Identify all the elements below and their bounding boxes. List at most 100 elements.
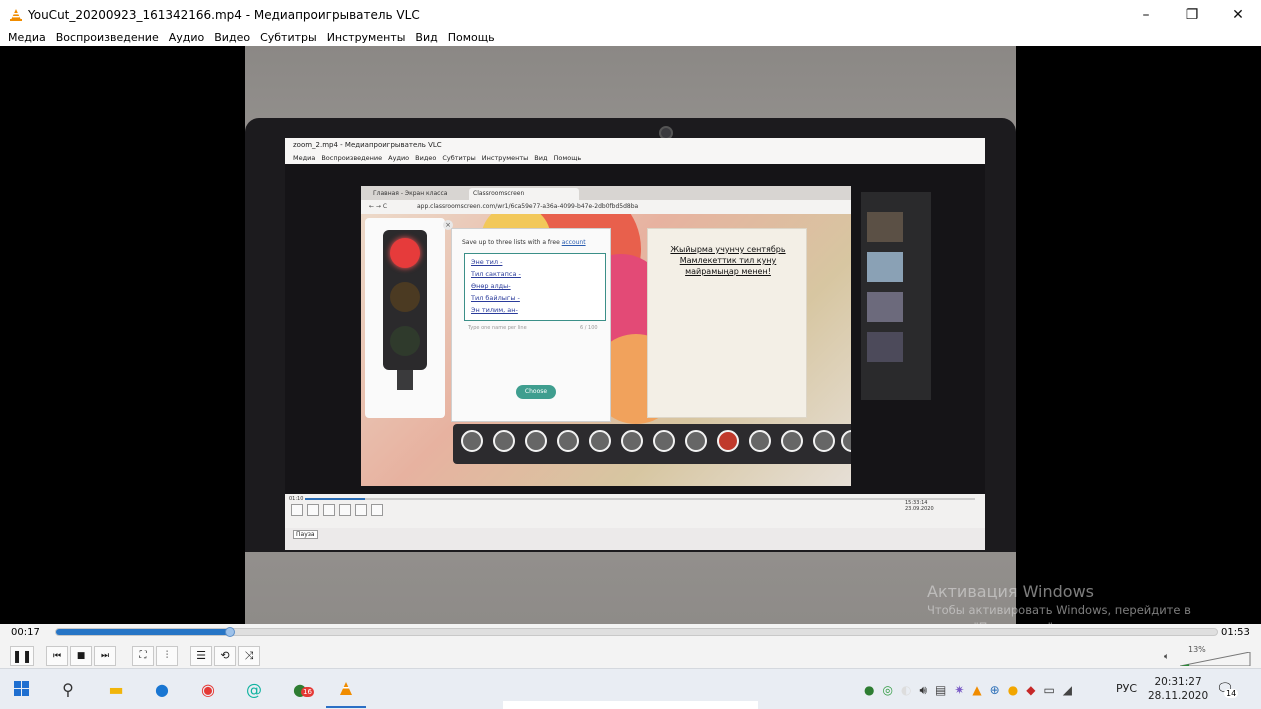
participant-video xyxy=(867,212,903,242)
seek-handle[interactable] xyxy=(225,627,236,637)
browser-tab: Главная - Экран класса xyxy=(373,190,448,197)
pause-button[interactable]: ❚❚ xyxy=(10,646,34,666)
menu-subtitles[interactable]: Субтитры xyxy=(260,30,317,46)
close-button[interactable]: ✕ xyxy=(1215,0,1261,30)
menu-tools[interactable]: Инструменты xyxy=(327,30,406,46)
menu-video[interactable]: Видео xyxy=(214,30,250,46)
title-bar: YouCut_20200923_161342166.mp4 - Медиапро… xyxy=(0,0,1261,30)
network-app-icon[interactable]: ⊕ xyxy=(990,683,1000,697)
at-sign-app-icon[interactable]: @ xyxy=(242,677,266,701)
previous-button[interactable]: ⏮ xyxy=(46,646,68,666)
list-item: Өнөр алды- xyxy=(471,282,511,290)
current-time: 00:17 xyxy=(11,627,40,638)
text-widget: Жыйырма учунчу сентябрь Мамлекеттик тил … xyxy=(647,228,807,418)
taskbar-clock[interactable]: 20:31:27 28.11.2020 xyxy=(1148,675,1208,703)
windows-logo-icon xyxy=(14,681,29,696)
name-picker-tool-icon xyxy=(493,430,515,452)
inner-vlc-title: zoom_2.mp4 - Медиапроигрыватель VLC xyxy=(285,138,985,152)
volume-slider[interactable] xyxy=(1180,652,1252,666)
inner-taskbar: Пауза xyxy=(285,528,985,550)
shield-icon[interactable]: ● xyxy=(864,683,874,697)
chrome-icon[interactable]: ◉ xyxy=(196,677,220,701)
video-area[interactable]: zoom_2.mp4 - Медиапроигрыватель VLC Меди… xyxy=(0,46,1261,624)
stop-button[interactable]: ■ xyxy=(70,646,92,666)
seek-slider[interactable] xyxy=(55,627,1218,637)
taskbar-blank-area xyxy=(503,701,758,709)
shuffle-button[interactable]: ⤨ xyxy=(238,646,260,666)
browser-window: Главная - Экран класса Classroomscreen ←… xyxy=(361,186,851,486)
classroom-toolbar xyxy=(453,424,851,464)
vlc-taskbar-icon[interactable] xyxy=(326,677,366,708)
messenger-app-icon[interactable]: ● 16 xyxy=(288,677,314,701)
windows-taskbar: ⚲ ▬ ● ◉ @ ● 16 ● ◎ ◐ 🔊︎ ▤ ✷ ▲ ⊕ ● ◆ ▭ ◢ … xyxy=(0,668,1261,709)
wifi-icon[interactable]: ◢ xyxy=(1063,683,1072,697)
inner-vlc-title-text: zoom_2.mp4 - Медиапроигрыватель VLC xyxy=(293,141,442,149)
inner-vlc-menu: Медиа Воспроизведение Аудио Видео Субтит… xyxy=(285,152,985,164)
inner-menu-item: Медиа xyxy=(293,154,316,162)
participant-video xyxy=(867,292,903,322)
next-button[interactable]: ⏭ xyxy=(94,646,116,666)
vlc-tray-icon[interactable]: ▲ xyxy=(972,683,981,697)
whatsapp-icon[interactable]: ◎ xyxy=(882,683,892,697)
settings-app-icon[interactable]: ✷ xyxy=(954,683,964,697)
notification-count: 14 xyxy=(1224,689,1239,698)
work-symbols-tool-icon xyxy=(685,430,707,452)
inner-clock: 15:33:14 23.09.2020 xyxy=(905,500,934,512)
inner-stop-icon xyxy=(323,504,335,516)
fullscreen-button[interactable]: ⛶ xyxy=(132,646,154,666)
vlc-cone-icon xyxy=(10,9,22,21)
restore-button[interactable]: ❐ xyxy=(1169,0,1215,30)
inner-prev-icon xyxy=(307,504,319,516)
usb-icon[interactable]: ▤ xyxy=(935,683,946,697)
participant-video xyxy=(867,252,903,282)
tray-app-icon[interactable]: ◐ xyxy=(901,683,911,697)
menu-help[interactable]: Помощь xyxy=(448,30,495,46)
playlist-button[interactable]: ☰ xyxy=(190,646,212,666)
inner-next-icon xyxy=(339,504,351,516)
address-bar: ← → C app.classroomscreen.com/wr1/6ca59e… xyxy=(361,200,851,214)
inner-menu-item: Видео xyxy=(415,154,437,162)
menu-playback[interactable]: Воспроизведение xyxy=(56,30,159,46)
file-explorer-icon[interactable]: ▬ xyxy=(104,677,128,701)
random-name-widget: Save up to three lists with a free accou… xyxy=(451,228,611,422)
notification-center-icon[interactable]: 🗨︎ 14 xyxy=(1216,681,1239,698)
inner-playlist-icon xyxy=(371,504,383,516)
extended-settings-button[interactable]: ⫶ xyxy=(156,646,178,666)
vlc-cone-icon xyxy=(340,682,352,695)
speaker-icon[interactable]: 🔊︎ xyxy=(919,683,927,698)
menu-bar: Медиа Воспроизведение Аудио Видео Субтит… xyxy=(0,30,505,46)
random-tool-icon xyxy=(525,430,547,452)
loop-button[interactable]: ⟲ xyxy=(214,646,236,666)
inner-menu-item: Аудио xyxy=(388,154,410,162)
choose-button: Choose xyxy=(516,385,556,399)
yellow-app-icon[interactable]: ● xyxy=(1008,683,1018,697)
battery-icon[interactable]: ▭ xyxy=(1043,683,1054,697)
name-list-count: 6 / 100 xyxy=(580,325,598,331)
menu-media[interactable]: Медиа xyxy=(8,30,46,46)
sound-level-tool-icon xyxy=(557,430,579,452)
red-app-icon[interactable]: ◆ xyxy=(1026,683,1035,697)
volume-control[interactable]: 🔈︎ 13% xyxy=(1164,645,1254,668)
search-icon[interactable]: ⚲ xyxy=(56,677,80,701)
clock-date: 28.11.2020 xyxy=(1148,690,1209,702)
traffic-light-tool-icon xyxy=(717,430,739,452)
laptop-in-video: zoom_2.mp4 - Медиапроигрыватель VLC Меди… xyxy=(245,118,1016,552)
notification-badge: 16 xyxy=(301,687,314,697)
menu-audio[interactable]: Аудио xyxy=(169,30,205,46)
text-tool-icon xyxy=(653,430,675,452)
text-line: майрамыңар менен! xyxy=(685,267,771,276)
inner-menu-item: Помощь xyxy=(553,154,582,162)
total-time: 01:53 xyxy=(1221,627,1250,638)
seek-progress-fill xyxy=(56,629,231,635)
start-icon[interactable] xyxy=(10,677,34,701)
menu-view[interactable]: Вид xyxy=(415,30,437,46)
edge-icon[interactable]: ● xyxy=(150,677,174,701)
language-indicator[interactable]: РУС xyxy=(1116,682,1137,695)
browser-tab-active: Classroomscreen xyxy=(469,188,579,200)
text-line: Жыйырма учунчу сентябрь xyxy=(670,245,786,254)
inner-menu-item: Субтитры xyxy=(442,154,476,162)
name-list-header-text: Save up to three lists with a free xyxy=(462,239,560,246)
green-lamp xyxy=(390,326,420,356)
minimize-button[interactable]: – xyxy=(1123,0,1169,30)
list-item: Эн тилим, ан- xyxy=(471,306,518,314)
